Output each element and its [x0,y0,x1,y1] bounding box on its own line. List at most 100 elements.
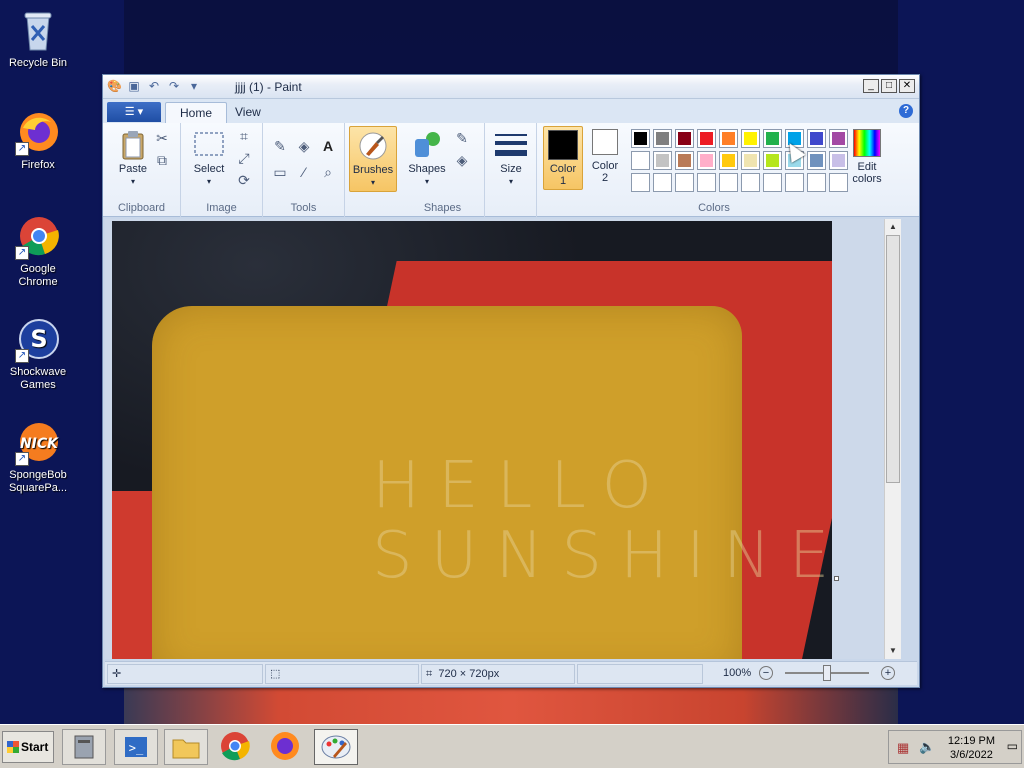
zoom-out-icon[interactable]: − [759,666,773,680]
resize-icon[interactable]: ⤢ [235,149,253,167]
palette-swatch[interactable] [785,173,804,192]
palette-swatch[interactable] [631,151,650,170]
help-icon[interactable]: ? [899,104,913,118]
palette-swatch[interactable] [653,151,672,170]
clock-time: 12:19 PM [947,735,995,747]
palette-swatch[interactable] [675,129,694,148]
zoom-in-icon[interactable]: + [881,666,895,680]
image-group-label: Image [206,202,237,214]
brushes-group: Brushes ▾ [345,123,401,217]
paint-window[interactable]: 🎨 ▣ ↶ ↷ ▾ jjjj (1) - Paint _ □ ✕ ☰ ▾ Hom… [102,74,920,688]
taskbar-paint[interactable] [314,729,358,765]
palette-swatch[interactable] [697,151,716,170]
palette-swatch[interactable] [719,129,738,148]
shapes-button[interactable]: Shapes ▾ [405,129,449,187]
title-bar[interactable]: 🎨 ▣ ↶ ↷ ▾ jjjj (1) - Paint _ □ ✕ [103,75,919,99]
customize-dropdown-icon[interactable]: ▾ [187,79,201,93]
paste-button[interactable]: Paste ▾ [113,129,153,187]
cut-icon[interactable]: ✂ [153,129,171,147]
copy-icon[interactable]: ⧉ [153,151,171,169]
palette-swatch[interactable] [829,151,848,170]
scroll-thumb[interactable] [886,235,900,483]
scroll-up-icon[interactable]: ▲ [885,219,901,235]
undo-icon[interactable]: ↶ [147,79,161,93]
desktop-icon-recycle-bin[interactable]: Recycle Bin [0,8,76,70]
palette-swatch[interactable] [675,173,694,192]
palette-swatch[interactable] [807,151,826,170]
tab-view[interactable]: View [221,102,275,123]
clock[interactable]: 12:19 PM 3/6/2022 [948,734,995,762]
desktop-icon-spongebob[interactable]: NICK ↗ SpongeBob SquarePa... [0,420,76,495]
outline-icon[interactable]: ✎ [453,129,471,147]
svg-text:S: S [30,325,47,353]
palette-swatch[interactable] [807,173,826,192]
network-icon[interactable]: ▦ [897,740,909,756]
fill-icon[interactable]: ◈ [295,137,313,155]
start-button[interactable]: Start [2,731,54,763]
palette-swatch[interactable] [763,129,782,148]
brushes-button[interactable]: Brushes ▾ [349,126,397,192]
palette-swatch[interactable] [631,173,650,192]
palette-swatch[interactable] [653,173,672,192]
palette-swatch[interactable] [675,151,694,170]
volume-icon[interactable]: 🔈 [919,739,935,755]
zoom-slider-thumb[interactable] [823,665,831,681]
shape-fill-icon[interactable]: ◈ [453,151,471,169]
cursor-position: ✛ [107,664,263,684]
size-button[interactable]: Size ▾ [491,129,531,187]
palette-swatch[interactable] [829,129,848,148]
powershell-icon: >_ [125,737,147,757]
file-menu-button[interactable]: ☰ ▾ [107,102,161,122]
palette-swatch[interactable] [719,151,738,170]
maximize-button[interactable]: □ [881,79,897,93]
palette-swatch[interactable] [719,173,738,192]
palette-swatch[interactable] [763,151,782,170]
color1-button[interactable]: Color 1 [543,126,583,190]
taskbar-firefox[interactable] [264,729,308,765]
palette-swatch[interactable] [741,129,760,148]
scroll-down-icon[interactable]: ▼ [885,643,901,659]
canvas-image[interactable]: HELLO SUNSHINE [112,221,832,659]
eraser-icon[interactable]: ▭ [271,163,289,181]
color2-swatch [592,129,618,155]
palette-swatch[interactable] [763,173,782,192]
palette-swatch[interactable] [697,173,716,192]
tab-home[interactable]: Home [165,102,228,123]
save-icon[interactable]: ▣ [127,79,141,93]
text-tool-icon[interactable]: A [319,137,337,155]
color2-button[interactable]: Color 2 [587,129,623,184]
redo-icon[interactable]: ↷ [167,79,181,93]
palette-swatch[interactable] [631,129,650,148]
paint-app-icon[interactable]: 🎨 [107,79,122,93]
minimize-button[interactable]: _ [863,79,879,93]
resize-handle[interactable] [834,576,839,581]
palette-swatch[interactable] [741,173,760,192]
edit-colors-button[interactable]: Edit colors [847,129,887,185]
desktop-icon-shockwave[interactable]: S ↗ Shockwave Games [0,317,76,392]
pencil-icon[interactable]: ✎ [271,137,289,155]
show-desktop-icon[interactable]: ▭ [1007,739,1018,753]
desktop-icon-firefox[interactable]: ↗ Firefox [0,110,76,172]
crop-icon[interactable]: ⌗ [235,127,253,145]
vertical-scrollbar[interactable]: ▲ ▼ [884,219,901,659]
rotate-icon[interactable]: ⟳ [235,171,253,189]
select-button[interactable]: Select ▾ [187,129,231,187]
taskbar-file-explorer[interactable] [164,729,208,765]
taskbar-chrome[interactable] [214,729,258,765]
palette-swatch[interactable] [741,151,760,170]
window-title: jjjj (1) - Paint [235,80,302,94]
close-button[interactable]: ✕ [899,79,915,93]
palette-swatch[interactable] [829,173,848,192]
system-tray: ▦ 🔈 12:19 PM 3/6/2022 ▭ [888,730,1022,764]
palette-swatch[interactable] [697,129,716,148]
palette-swatch[interactable] [807,129,826,148]
windows-logo-icon [7,741,19,753]
magnifier-icon[interactable]: ⌕ [319,163,337,181]
taskbar-powershell[interactable]: >_ [114,729,158,765]
color-picker-icon[interactable]: ⁄ [295,163,313,181]
desktop-icon-chrome[interactable]: ↗ Google Chrome [0,214,76,289]
palette-swatch[interactable] [653,129,672,148]
ribbon: Paste ▾ ✂ ⧉ Clipboard Select ▾ ⌗ ⤢ ⟳ Image… [103,123,919,217]
taskbar-server-manager[interactable] [62,729,106,765]
canvas-workarea[interactable]: HELLO SUNSHINE ▲ ▼ [105,219,901,659]
